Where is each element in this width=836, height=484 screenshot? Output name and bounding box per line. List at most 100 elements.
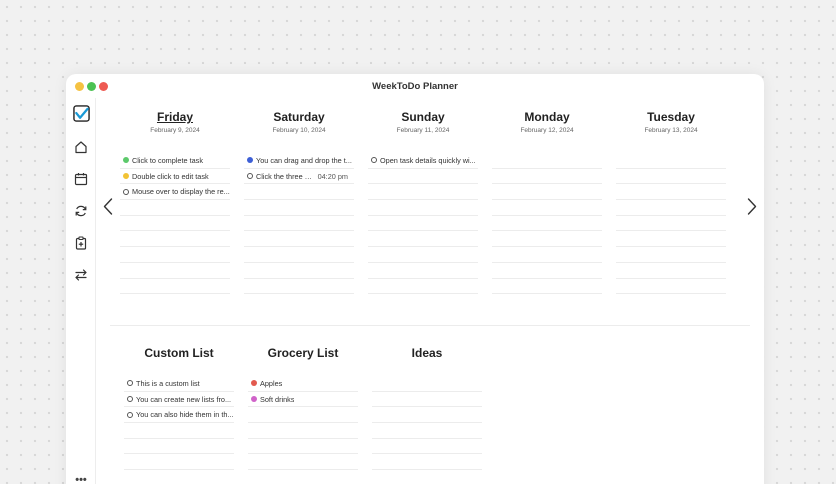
empty-task-slot[interactable] xyxy=(372,439,482,455)
empty-task-slot[interactable] xyxy=(368,231,478,248)
empty-task-slot[interactable] xyxy=(120,263,230,279)
empty-task-slot[interactable] xyxy=(492,153,602,169)
empty-task-slot[interactable] xyxy=(616,279,726,295)
task-checkbox-icon[interactable] xyxy=(247,173,253,180)
empty-task-slot[interactable] xyxy=(244,279,354,295)
empty-task-slot[interactable] xyxy=(248,439,358,455)
task-checkbox-icon[interactable] xyxy=(371,157,377,164)
empty-task-slot[interactable] xyxy=(248,470,358,484)
empty-task-slot[interactable] xyxy=(248,407,358,424)
empty-task-slot[interactable] xyxy=(368,184,478,201)
empty-task-slot[interactable] xyxy=(492,279,602,295)
empty-task-slot[interactable] xyxy=(244,216,354,232)
empty-task-slot[interactable] xyxy=(368,279,478,295)
empty-task-slot[interactable] xyxy=(372,454,482,471)
task-checkbox-icon[interactable] xyxy=(127,396,133,403)
task-list: This is a custom list You can create new … xyxy=(124,376,234,484)
task-item[interactable]: Click the three do... 04:20 pm xyxy=(244,169,354,185)
empty-task-slot[interactable] xyxy=(372,392,482,408)
empty-task-slot[interactable] xyxy=(248,454,358,471)
task-item[interactable]: This is a custom list xyxy=(124,376,234,392)
previous-days-button[interactable] xyxy=(100,196,116,216)
list-title[interactable]: Ideas xyxy=(372,346,482,362)
task-checkbox-icon[interactable] xyxy=(127,411,133,418)
task-checkbox-icon[interactable] xyxy=(251,380,257,387)
empty-task-slot[interactable] xyxy=(244,200,354,216)
empty-task-slot[interactable] xyxy=(244,247,354,263)
task-label: You can drag and drop the t... xyxy=(256,155,352,165)
empty-task-slot[interactable] xyxy=(372,407,482,424)
task-item[interactable]: Open task details quickly wi... xyxy=(368,153,478,169)
empty-task-slot[interactable] xyxy=(616,247,726,263)
task-item[interactable]: You can create new lists fro... xyxy=(124,392,234,408)
empty-task-slot[interactable] xyxy=(120,231,230,248)
task-item[interactable]: You can drag and drop the t... xyxy=(244,153,354,169)
empty-task-slot[interactable] xyxy=(248,423,358,439)
day-column-monday: Monday February 12, 2024 xyxy=(492,110,602,295)
empty-task-slot[interactable] xyxy=(368,216,478,232)
empty-task-slot[interactable] xyxy=(616,216,726,232)
task-checkbox-icon[interactable] xyxy=(251,396,257,403)
empty-task-slot[interactable] xyxy=(372,423,482,439)
empty-task-slot[interactable] xyxy=(368,247,478,263)
home-icon[interactable] xyxy=(72,138,90,156)
task-item[interactable]: Click to complete task xyxy=(120,153,230,169)
empty-task-slot[interactable] xyxy=(492,247,602,263)
empty-task-slot[interactable] xyxy=(492,169,602,185)
empty-task-slot[interactable] xyxy=(492,200,602,216)
empty-task-slot[interactable] xyxy=(616,184,726,201)
empty-task-slot[interactable] xyxy=(124,470,234,484)
empty-task-slot[interactable] xyxy=(368,263,478,279)
task-checkbox-icon[interactable] xyxy=(123,173,129,180)
empty-task-slot[interactable] xyxy=(492,263,602,279)
empty-task-slot[interactable] xyxy=(244,231,354,248)
empty-task-slot[interactable] xyxy=(372,376,482,392)
empty-task-slot[interactable] xyxy=(368,200,478,216)
task-item[interactable]: Soft drinks xyxy=(248,392,358,408)
empty-task-slot[interactable] xyxy=(616,263,726,279)
empty-task-slot[interactable] xyxy=(616,231,726,248)
task-time: 04:20 pm xyxy=(317,171,348,181)
task-checkbox-icon[interactable] xyxy=(123,188,129,195)
task-checkbox-icon[interactable] xyxy=(123,157,129,164)
empty-task-slot[interactable] xyxy=(244,263,354,279)
empty-task-slot[interactable] xyxy=(616,153,726,169)
task-label: Mouse over to display the re... xyxy=(132,187,230,197)
empty-task-slot[interactable] xyxy=(124,439,234,455)
task-item[interactable]: You can also hide them in th... xyxy=(124,407,234,424)
empty-task-slot[interactable] xyxy=(120,200,230,216)
list-title[interactable]: Grocery List xyxy=(248,346,358,362)
day-column-sunday: Sunday February 11, 2024 Open task details… xyxy=(368,110,478,295)
more-options-icon[interactable]: ••• xyxy=(72,474,90,484)
window-title: WeekToDo Planner xyxy=(372,81,458,92)
empty-task-slot[interactable] xyxy=(616,200,726,216)
task-list xyxy=(372,376,482,484)
task-checkbox-icon[interactable] xyxy=(247,157,253,164)
empty-task-slot[interactable] xyxy=(244,184,354,201)
logo-icon[interactable] xyxy=(72,104,90,122)
empty-task-slot[interactable] xyxy=(492,184,602,201)
empty-task-slot[interactable] xyxy=(124,423,234,439)
task-item[interactable]: Apples xyxy=(248,376,358,392)
empty-task-slot[interactable] xyxy=(120,247,230,263)
empty-task-slot[interactable] xyxy=(120,216,230,232)
empty-task-slot[interactable] xyxy=(492,216,602,232)
list-title[interactable]: Custom List xyxy=(124,346,234,362)
empty-task-slot[interactable] xyxy=(372,470,482,484)
task-checkbox-icon[interactable] xyxy=(127,380,133,387)
task-list: Apples Soft drinks xyxy=(248,376,358,484)
empty-task-slot[interactable] xyxy=(616,169,726,185)
empty-task-slot[interactable] xyxy=(120,279,230,295)
next-days-button[interactable] xyxy=(744,196,760,216)
swap-icon[interactable] xyxy=(72,266,90,284)
empty-task-slot[interactable] xyxy=(124,454,234,471)
empty-task-slot[interactable] xyxy=(368,169,478,185)
calendar-icon[interactable] xyxy=(72,170,90,188)
sidebar: ••• xyxy=(66,98,96,484)
sync-icon[interactable] xyxy=(72,202,90,220)
empty-task-slot[interactable] xyxy=(492,231,602,248)
task-label: Open task details quickly wi... xyxy=(380,155,476,165)
task-item[interactable]: Mouse over to display the re... xyxy=(120,184,230,201)
task-item[interactable]: Double click to edit task xyxy=(120,169,230,185)
clipboard-icon[interactable] xyxy=(72,234,90,252)
